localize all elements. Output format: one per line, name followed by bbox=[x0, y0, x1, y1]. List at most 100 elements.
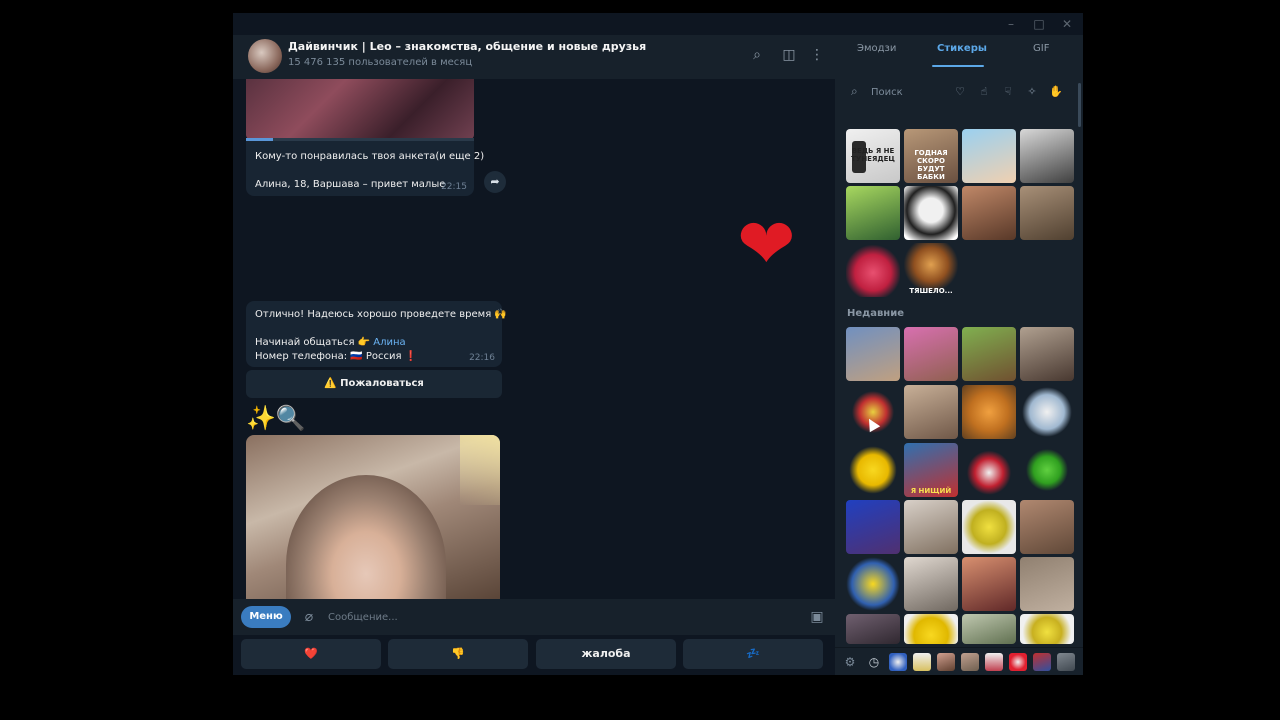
gear-icon[interactable]: ⚙ bbox=[841, 653, 859, 671]
sticker[interactable] bbox=[962, 186, 1016, 240]
search-icon[interactable]: ⌕ bbox=[747, 45, 767, 65]
sticker[interactable] bbox=[962, 385, 1016, 439]
sticker-set[interactable] bbox=[937, 653, 955, 671]
sticker[interactable] bbox=[1020, 129, 1074, 183]
sticker[interactable]: ГОДНАЯ СКОРО БУДУТ БАБКИ bbox=[904, 129, 958, 183]
active-tab-indicator bbox=[932, 65, 984, 67]
more-menu-icon[interactable]: ⋮ bbox=[807, 45, 827, 65]
sticker[interactable] bbox=[1020, 500, 1074, 554]
sticker[interactable] bbox=[1020, 327, 1074, 381]
sticker[interactable] bbox=[962, 327, 1016, 381]
sticker[interactable] bbox=[846, 614, 900, 644]
sticker[interactable] bbox=[904, 385, 958, 439]
sidebar-toggle-icon[interactable]: ◫ bbox=[779, 45, 799, 65]
sticker-caption: Я НИЩИЙ bbox=[910, 487, 952, 495]
sticker-caption: ТЯШЕЛО... bbox=[909, 287, 953, 295]
sticker-search-input[interactable] bbox=[871, 83, 941, 101]
sticker[interactable] bbox=[962, 443, 1016, 497]
close-icon[interactable]: ✕ bbox=[1059, 16, 1075, 32]
sticker-set[interactable] bbox=[985, 653, 1003, 671]
sticker[interactable] bbox=[1020, 385, 1074, 439]
title-bar: – □ ✕ bbox=[233, 13, 1083, 35]
sticker[interactable] bbox=[846, 186, 900, 240]
sticker-caption: ВЕДЬ Я НЕ ТУНЕЯДЕЦ bbox=[851, 147, 895, 163]
message-time: 22:15 bbox=[441, 182, 467, 192]
report-button[interactable]: ⚠️ Пожаловаться bbox=[246, 370, 502, 398]
sticker-set[interactable] bbox=[889, 653, 907, 671]
thumbs-up-filter-icon[interactable]: ☝ bbox=[975, 83, 993, 101]
sticker-set[interactable] bbox=[1009, 653, 1027, 671]
sticker[interactable]: ВЕДЬ Я НЕ ТУНЕЯДЕЦ bbox=[846, 129, 900, 183]
minimize-icon[interactable]: – bbox=[1003, 16, 1019, 32]
sticker[interactable] bbox=[846, 500, 900, 554]
forward-button[interactable]: ➦ bbox=[484, 171, 506, 193]
sticker[interactable] bbox=[1020, 614, 1074, 644]
sticker-panel: Эмодзи Стикеры GIF ⌕ ♡ ☝ ☟ ✧ ✋ ВЕДЬ Я НЕ… bbox=[835, 35, 1083, 675]
chat-area: Кому-то понравилась твоя анкета(и еще 2)… bbox=[233, 79, 835, 599]
sticker[interactable] bbox=[904, 500, 958, 554]
search-icon: ⌕ bbox=[851, 84, 858, 98]
sticker[interactable] bbox=[962, 129, 1016, 183]
sticker[interactable] bbox=[846, 557, 900, 611]
sticker[interactable] bbox=[904, 557, 958, 611]
tab-gif[interactable]: GIF bbox=[1033, 43, 1049, 54]
sticker-set[interactable] bbox=[913, 653, 931, 671]
sticker[interactable] bbox=[1020, 186, 1074, 240]
sticker[interactable] bbox=[846, 243, 900, 297]
recent-clock-icon[interactable]: ◷ bbox=[865, 653, 883, 671]
tab-stickers[interactable]: Стикеры bbox=[937, 43, 987, 54]
sticker-icon[interactable]: ▣ bbox=[807, 607, 827, 627]
message-bubble: Отлично! Надеюсь хорошо проведете время … bbox=[246, 301, 507, 367]
sticker[interactable] bbox=[846, 385, 900, 439]
sticker[interactable] bbox=[1020, 443, 1074, 497]
message-text: Отлично! Надеюсь хорошо проведете время … bbox=[255, 309, 507, 320]
heart-filter-icon[interactable]: ♡ bbox=[951, 83, 969, 101]
sticker[interactable] bbox=[904, 614, 958, 644]
sticker[interactable] bbox=[846, 327, 900, 381]
sticker-set[interactable] bbox=[1033, 653, 1051, 671]
sticker-sets-bar: ⚙ ◷ bbox=[835, 647, 1083, 675]
menu-button[interactable]: Меню bbox=[241, 606, 291, 628]
sparkle-search-emoji: ✨🔍 bbox=[246, 404, 306, 432]
sticker[interactable] bbox=[962, 614, 1016, 644]
complaint-button[interactable]: жалоба bbox=[536, 639, 676, 669]
message-bubble: Кому-то понравилась твоя анкета(и еще 2)… bbox=[246, 141, 484, 196]
message-text: Кому-то понравилась твоя анкета(и еще 2) bbox=[255, 151, 485, 162]
sticker-set[interactable] bbox=[1057, 653, 1075, 671]
like-button[interactable]: ❤️ bbox=[241, 639, 381, 669]
chat-subtitle: 15 476 135 пользователей в месяц bbox=[288, 57, 473, 68]
sticker[interactable] bbox=[962, 557, 1016, 611]
telegram-window: – □ ✕ Дайвинчик | Leo – знакомства, обще… bbox=[233, 13, 1083, 675]
party-filter-icon[interactable]: ✧ bbox=[1023, 83, 1041, 101]
thumbs-down-filter-icon[interactable]: ☟ bbox=[999, 83, 1017, 101]
sticker-caption: ГОДНАЯ СКОРО БУДУТ БАБКИ bbox=[914, 149, 948, 181]
sticker[interactable] bbox=[904, 327, 958, 381]
chat-header: Дайвинчик | Leo – знакомства, общение и … bbox=[233, 35, 835, 79]
message-text-prefix: Начинай общаться 👉 bbox=[255, 337, 374, 348]
video-thumbnail[interactable] bbox=[246, 79, 474, 139]
profile-link[interactable]: Алина bbox=[373, 337, 405, 348]
sticker-set[interactable] bbox=[961, 653, 979, 671]
sticker[interactable] bbox=[904, 186, 958, 240]
recent-label: Недавние bbox=[847, 308, 905, 319]
heart-emoji: ❤ bbox=[737, 203, 796, 285]
maximize-icon[interactable]: □ bbox=[1031, 16, 1047, 32]
sticker[interactable] bbox=[1020, 557, 1074, 611]
reply-keyboard: ❤️ 👎 жалоба 💤 bbox=[233, 635, 835, 675]
avatar[interactable] bbox=[248, 39, 282, 73]
message-input[interactable] bbox=[328, 607, 798, 627]
profile-photo[interactable] bbox=[246, 435, 500, 599]
wave-filter-icon[interactable]: ✋ bbox=[1047, 83, 1065, 101]
sticker[interactable]: ТЯШЕЛО... bbox=[904, 243, 958, 297]
chat-title[interactable]: Дайвинчик | Leo – знакомства, общение и … bbox=[288, 40, 646, 53]
tab-emoji[interactable]: Эмодзи bbox=[857, 43, 896, 54]
sticker[interactable] bbox=[846, 443, 900, 497]
scrollbar[interactable] bbox=[1078, 83, 1081, 127]
sleep-button[interactable]: 💤 bbox=[683, 639, 823, 669]
attach-icon[interactable]: ⌀ bbox=[299, 607, 319, 627]
message-text: Номер телефона: 🇷🇺 Россия ❗ bbox=[255, 351, 418, 362]
dislike-button[interactable]: 👎 bbox=[388, 639, 528, 669]
sticker[interactable] bbox=[962, 500, 1016, 554]
sticker[interactable]: Я НИЩИЙ bbox=[904, 443, 958, 497]
message-time: 22:16 bbox=[469, 353, 495, 363]
